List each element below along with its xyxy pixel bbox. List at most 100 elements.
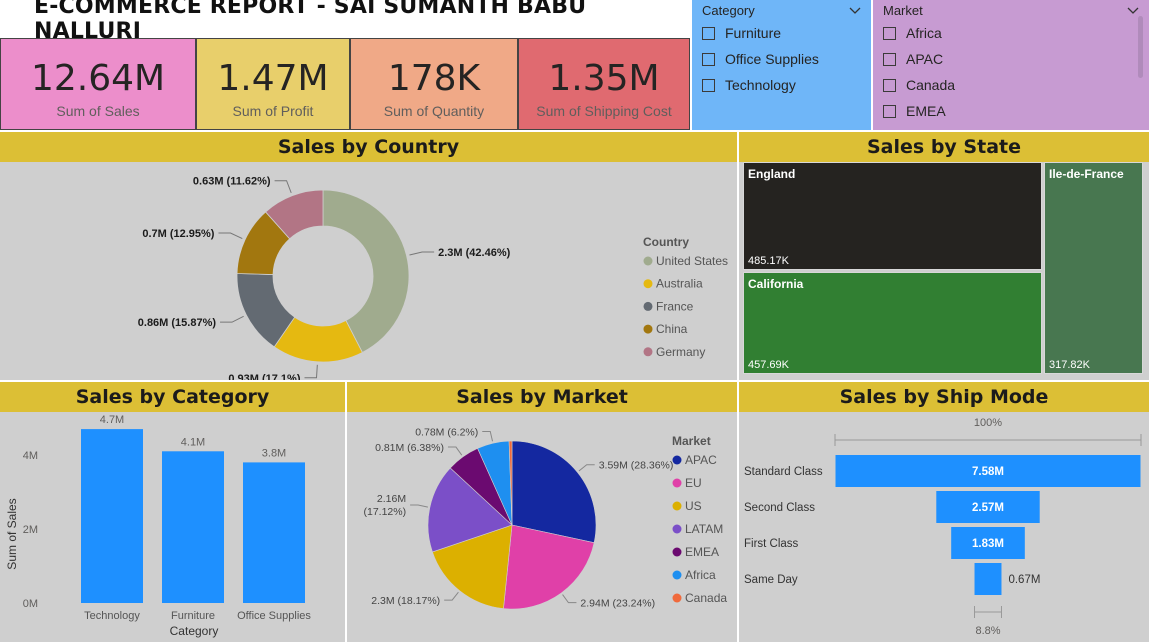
bar: [243, 462, 305, 603]
legend-swatch: [672, 455, 682, 465]
legend-item: China: [656, 322, 688, 336]
chevron-down-icon[interactable]: [849, 3, 861, 18]
option-label: Africa: [906, 25, 942, 41]
funnel-bar: [974, 563, 1002, 595]
checkbox[interactable]: [883, 26, 896, 40]
leader-line: [218, 232, 243, 239]
treemap-tile: California 457.69K: [743, 272, 1042, 374]
kpi-label: Sum of Sales: [56, 103, 140, 119]
kpi-value: 12.64M: [30, 58, 166, 99]
y-tick-label: 0M: [23, 598, 38, 610]
kpi-card-profit: 1.47M Sum of Profit: [196, 38, 350, 130]
legend-item: United States: [656, 254, 728, 268]
legend-swatch: [672, 547, 682, 557]
category-option-furniture[interactable]: Furniture: [702, 20, 861, 46]
checkbox[interactable]: [883, 52, 896, 66]
panel-header: Sales by Market: [347, 382, 737, 412]
kpi-label: Sum of Quantity: [383, 103, 485, 119]
leader-line: [482, 430, 494, 442]
slicer-scrollbar[interactable]: [1138, 16, 1143, 78]
legend-swatch: [672, 478, 682, 488]
funnel-stage-label: First Class: [744, 538, 799, 550]
funnel-value-label: 7.58M: [972, 466, 1004, 478]
checkbox[interactable]: [702, 78, 715, 92]
panel-sales-by-market: Sales by Market 3.59M (28.36%) 2.94M (23.…: [347, 382, 737, 642]
chevron-down-icon[interactable]: [1127, 3, 1139, 18]
category-option-office-supplies[interactable]: Office Supplies: [702, 46, 861, 72]
checkbox[interactable]: [883, 104, 896, 118]
data-label: 0.7M (12.95%): [142, 228, 214, 240]
panel-header: Sales by Ship Mode: [739, 382, 1149, 412]
leader-line: [447, 446, 463, 456]
option-label: Office Supplies: [725, 51, 819, 67]
legend-item: Canada: [685, 591, 727, 605]
legend-swatch: [643, 347, 653, 357]
bar: [81, 429, 143, 603]
legend-item: Germany: [656, 345, 705, 359]
funnel-stage-label: Second Class: [744, 502, 815, 514]
panel-title: Sales by Market: [456, 386, 628, 408]
bar-data-label: 4.7M: [100, 414, 124, 426]
funnel-bottom-label: 8.8%: [975, 625, 1000, 637]
panel-title: Sales by Category: [75, 386, 270, 408]
leader-line: [274, 180, 292, 194]
leader-line: [410, 504, 428, 508]
report-title: E-COMMERCE REPORT - SAI SUMANTH BABU NAL…: [0, 0, 690, 44]
data-label: 0.63M (11.62%): [193, 176, 271, 188]
legend-item: EMEA: [685, 545, 719, 559]
funnel-value-label: 0.67M: [1008, 574, 1040, 586]
data-label: 3.59M (28.36%): [599, 460, 674, 472]
option-label: Technology: [725, 77, 796, 93]
kpi-card-shipping-cost: 1.35M Sum of Shipping Cost: [518, 38, 690, 130]
category-option-technology[interactable]: Technology: [702, 72, 861, 98]
market-option-canada[interactable]: Canada: [883, 72, 1139, 98]
market-option-emea[interactable]: EMEA: [883, 98, 1139, 124]
panel-header: Sales by Country: [0, 132, 737, 162]
treemap-tile-value: 317.82K: [1049, 359, 1090, 371]
checkbox[interactable]: [883, 78, 896, 92]
y-tick-label: 2M: [23, 524, 38, 536]
market-pie-chart: 3.59M (28.36%) 2.94M (23.24%) 2.3M (18.17%…: [363, 426, 727, 609]
y-tick-label: 4M: [23, 450, 38, 462]
x-tick-label: Technology: [84, 610, 140, 622]
panel-sales-by-ship-mode: Sales by Ship Mode 100% Standard Class 7.5…: [739, 382, 1149, 642]
option-label: EMEA: [906, 103, 946, 119]
bar: [162, 451, 224, 603]
data-label: (17.12%): [363, 506, 406, 518]
ship-mode-funnel-chart: 100% Standard Class 7.58M Second Class 2.57M…: [744, 417, 1142, 637]
checkbox[interactable]: [702, 26, 715, 40]
kpi-card-sales: 12.64M Sum of Sales: [0, 38, 196, 130]
treemap-tile-label: California: [748, 277, 804, 291]
legend-swatch: [672, 570, 682, 580]
legend-swatch: [643, 279, 653, 289]
market-slicer: Market Africa APAC Canada EMEA: [873, 0, 1149, 130]
legend-swatch: [672, 501, 682, 511]
legend-item: Africa: [685, 568, 716, 582]
data-label: 0.93M (17.1%): [228, 373, 300, 380]
legend-swatch: [643, 324, 653, 334]
data-label: 2.16M: [377, 493, 406, 505]
bar-data-label: 3.8M: [262, 447, 286, 459]
treemap-tile-value: 485.17K: [748, 255, 789, 267]
kpi-label: Sum of Profit: [232, 103, 314, 119]
treemap-tile-label: Ile-de-France: [1049, 167, 1124, 181]
state-treemap: England 485.17K California 457.69K Ile-de-Fr…: [743, 162, 1145, 376]
market-option-africa[interactable]: Africa: [883, 20, 1139, 46]
kpi-label: Sum of Shipping Cost: [536, 103, 672, 119]
leader-line: [578, 464, 595, 472]
panel-header: Sales by Category: [0, 382, 345, 412]
market-option-apac[interactable]: APAC: [883, 46, 1139, 72]
panel-sales-by-country: Sales by Country 2.3M (42.46%) 0.93M (17.…: [0, 132, 737, 380]
option-label: APAC: [906, 51, 944, 67]
kpi-value: 1.35M: [548, 58, 660, 99]
leader-line: [444, 591, 459, 601]
leader-line: [304, 364, 318, 379]
checkbox[interactable]: [702, 52, 715, 66]
legend-item: EU: [685, 476, 702, 490]
treemap-tile-value: 457.69K: [748, 359, 789, 371]
legend-swatch: [643, 301, 653, 311]
panel-sales-by-category: Sales by Category 0M 2M 4M Sum of Sales 4.7M…: [0, 382, 345, 642]
x-tick-label: Furniture: [171, 610, 215, 622]
panel-sales-by-state: Sales by State England 485.17K California 4…: [739, 132, 1149, 380]
data-label: 2.3M (18.17%): [371, 595, 440, 607]
